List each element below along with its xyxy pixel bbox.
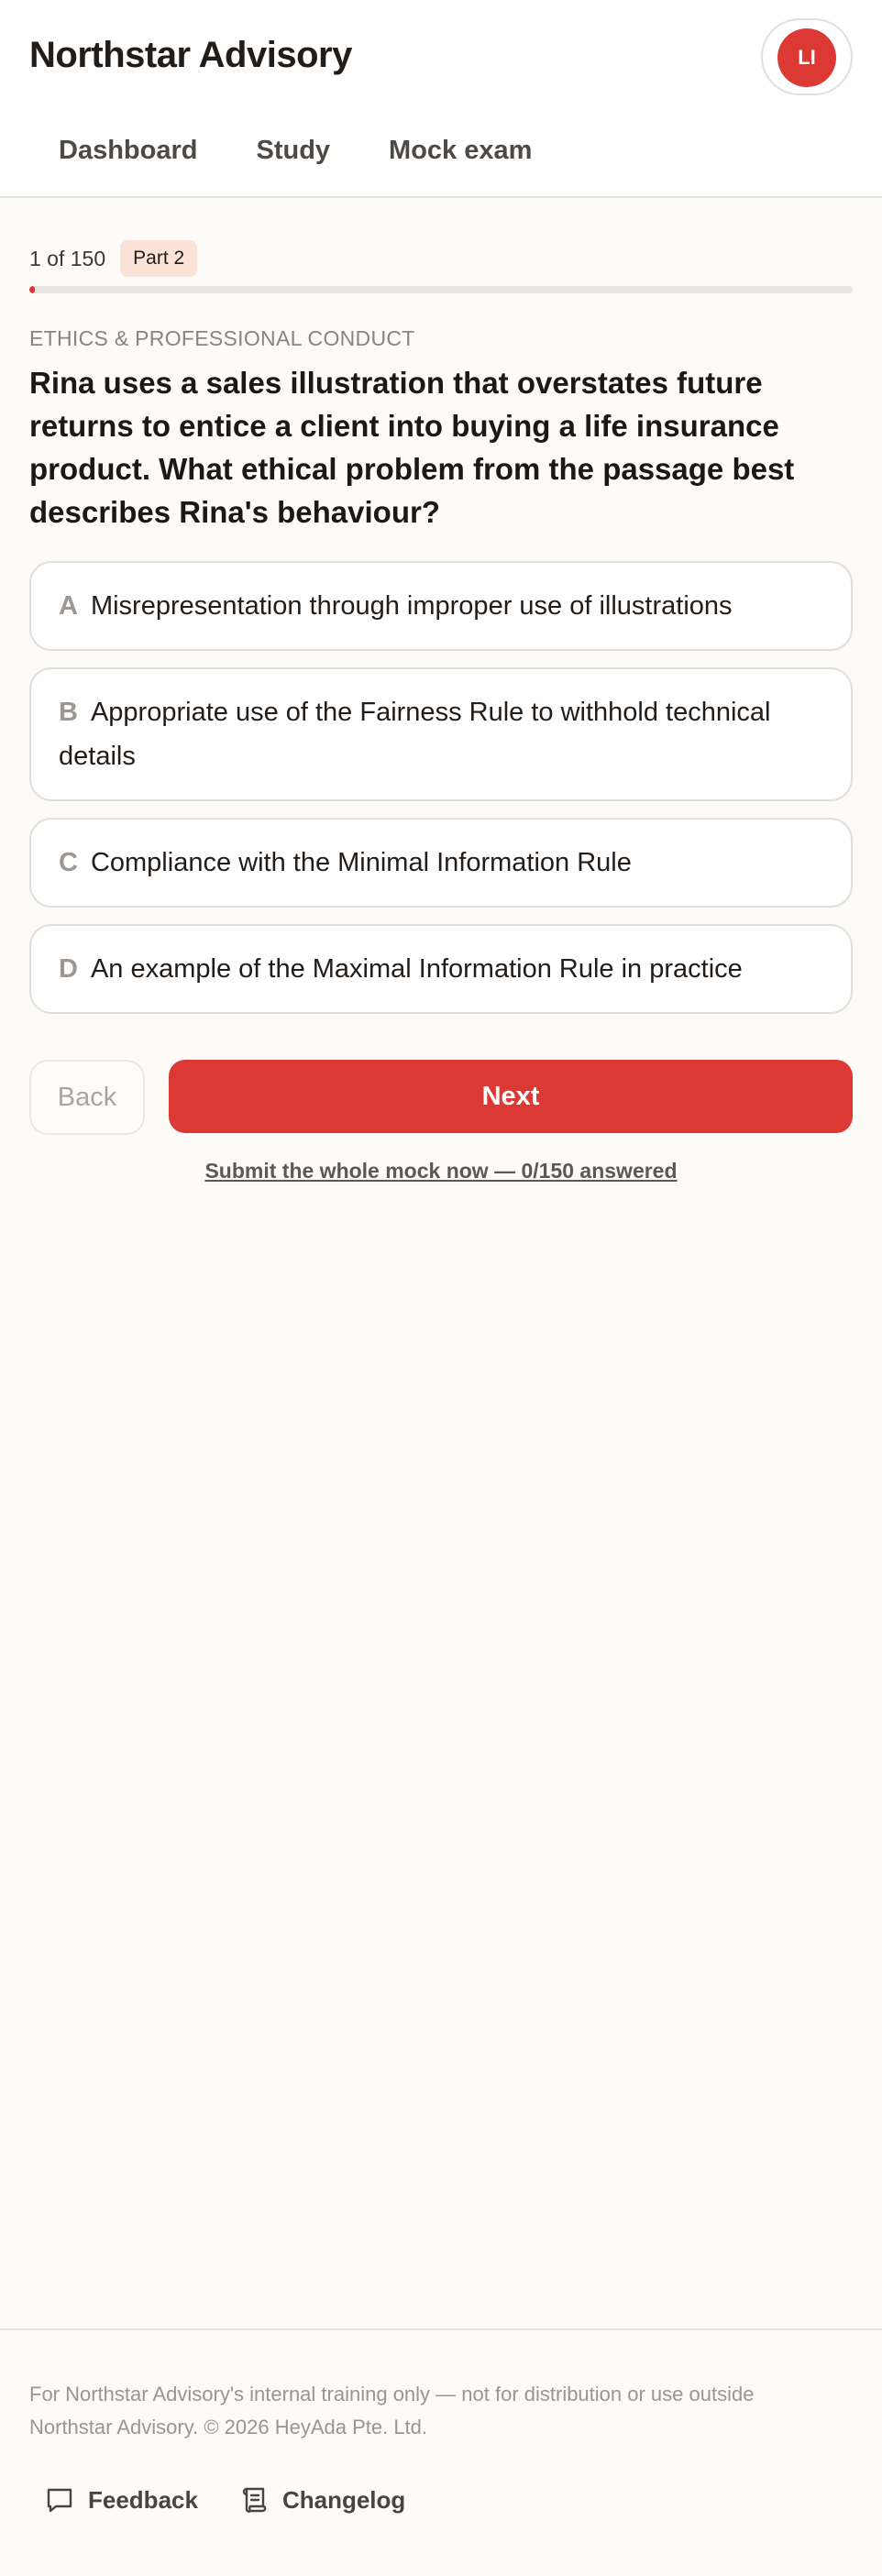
- footer-disclaimer: For Northstar Advisory's internal traini…: [29, 2383, 755, 2438]
- answer-option-d[interactable]: D An example of the Maximal Information R…: [29, 924, 853, 1014]
- progress-bar: [29, 286, 853, 293]
- option-letter: A: [59, 591, 78, 621]
- back-button[interactable]: Back: [29, 1060, 145, 1135]
- feedback-link[interactable]: Feedback: [44, 2484, 198, 2515]
- option-text: An example of the Maximal Information Ru…: [90, 954, 743, 984]
- tab-dashboard[interactable]: Dashboard: [29, 136, 226, 166]
- submit-mock-link[interactable]: Submit the whole mock now — 0/150 answer…: [0, 1159, 882, 1183]
- question-text: Rina uses a sales illustration that over…: [29, 366, 795, 529]
- question-counter: 1 of 150: [29, 246, 106, 270]
- option-letter: B: [59, 698, 78, 727]
- changelog-label: Changelog: [281, 2485, 406, 2514]
- changelog-link[interactable]: Changelog: [238, 2484, 405, 2515]
- main-nav: Dashboard Study Mock exam: [29, 136, 561, 166]
- scroll-icon: [242, 2487, 267, 2513]
- account-menu-button[interactable]: LI: [761, 18, 853, 95]
- progress-row: 1 of 150 Part 2: [29, 240, 198, 277]
- tab-mock-exam[interactable]: Mock exam: [359, 136, 561, 166]
- option-text: Compliance with the Minimal Information …: [90, 848, 632, 877]
- option-letter: D: [59, 954, 78, 984]
- question-section-label: ETHICS & PROFESSIONAL CONDUCT: [29, 326, 415, 350]
- answer-option-a[interactable]: A Misrepresentation through improper use …: [29, 561, 853, 651]
- app-header: Northstar Advisory LI Dashboard Study Mo…: [0, 0, 882, 198]
- footer-links: Feedback Changelog: [44, 2484, 405, 2515]
- answer-option-c[interactable]: C Compliance with the Minimal Information…: [29, 818, 853, 908]
- progress-bar-fill: [29, 286, 35, 293]
- chat-bubble-icon: [47, 2488, 72, 2513]
- option-text: Appropriate use of the Fairness Rule to …: [59, 698, 771, 771]
- page-footer: For Northstar Advisory's internal traini…: [0, 2328, 882, 2576]
- tab-study[interactable]: Study: [226, 136, 359, 166]
- feedback-label: Feedback: [88, 2485, 198, 2514]
- option-text: Misrepresentation through improper use o…: [90, 591, 733, 621]
- next-button[interactable]: Next: [169, 1060, 853, 1133]
- option-letter: C: [59, 848, 78, 877]
- part-badge: Part 2: [120, 240, 198, 277]
- brand-title[interactable]: Northstar Advisory: [29, 35, 352, 76]
- answer-option-b[interactable]: B Appropriate use of the Fairness Rule to…: [29, 667, 853, 801]
- avatar[interactable]: LI: [777, 28, 836, 87]
